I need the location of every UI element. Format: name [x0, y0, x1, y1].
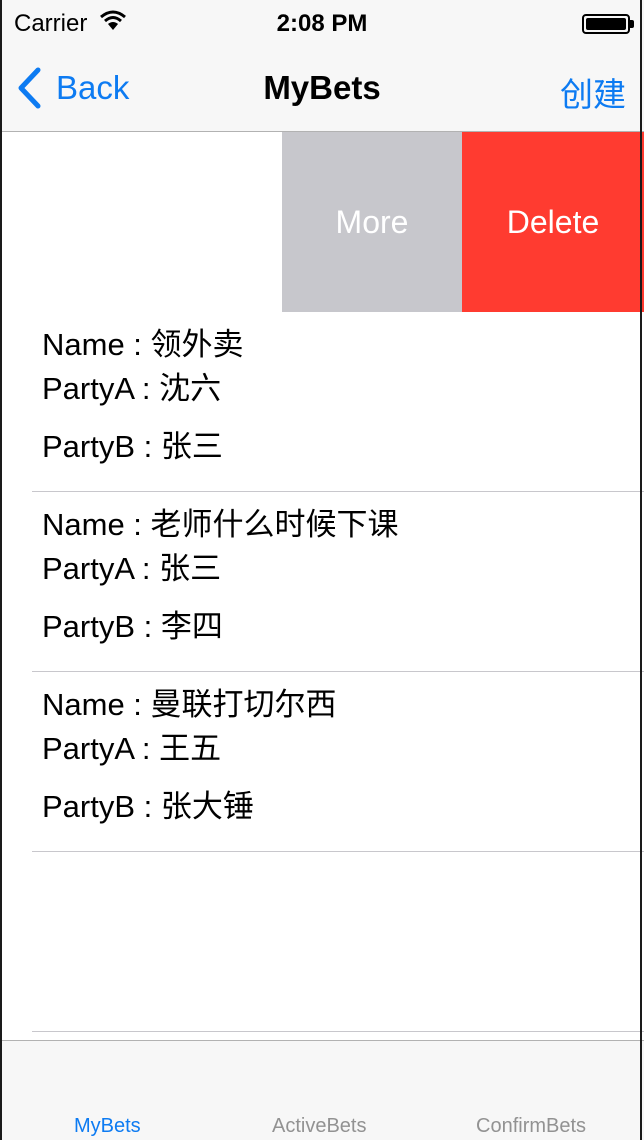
bet-party-b: PartyB : 张大锤 [42, 789, 254, 824]
tab-mybets[interactable]: MyBets [74, 1115, 141, 1138]
bet-party-b: PartyB : 李四 [42, 609, 223, 644]
status-bar: Carrier 2:08 PM [0, 0, 644, 48]
bet-row[interactable]: Name : 领外卖 PartyA : 沈六 PartyB : 张三 [0, 312, 644, 492]
status-time: 2:08 PM [276, 10, 368, 37]
bet-name: Name : 老师什么时候下课 [42, 507, 399, 542]
delete-action-button[interactable]: Delete [462, 132, 644, 312]
page-title: MyBets [263, 69, 381, 106]
more-action-button[interactable]: More [282, 132, 462, 312]
bet-party-a: PartyA : 沈六 [42, 371, 222, 406]
bet-row[interactable]: Name : 老师什么时候下课 PartyA : 张三 PartyB : 李四 [0, 492, 644, 672]
battery-tip [630, 20, 634, 28]
tab-activebets[interactable]: ActiveBets [272, 1115, 366, 1138]
bet-party-a: PartyA : 王五 [42, 731, 222, 766]
create-button[interactable]: 创建 [560, 68, 626, 116]
bets-table: More Delete Name : 领外卖 PartyA : 沈六 Party… [0, 132, 644, 1032]
bet-row[interactable]: Name : 曼联打切尔西 PartyA : 王五 PartyB : 张大锤 [0, 672, 644, 852]
navigation-bar: Back MyBets 创建 [0, 48, 644, 132]
bet-party-b: PartyB : 张三 [42, 429, 223, 464]
battery-icon [582, 14, 630, 34]
empty-row [0, 852, 644, 1032]
tab-confirmbets[interactable]: ConfirmBets [476, 1115, 586, 1138]
bet-name: Name : 曼联打切尔西 [42, 687, 337, 722]
tab-bar: MyBets ActiveBets ConfirmBets [0, 1040, 644, 1140]
bet-name: Name : 领外卖 [42, 327, 244, 362]
row-separator [32, 1031, 644, 1032]
bet-party-a: PartyA : 张三 [42, 551, 222, 586]
swiped-row: More Delete [0, 132, 644, 312]
